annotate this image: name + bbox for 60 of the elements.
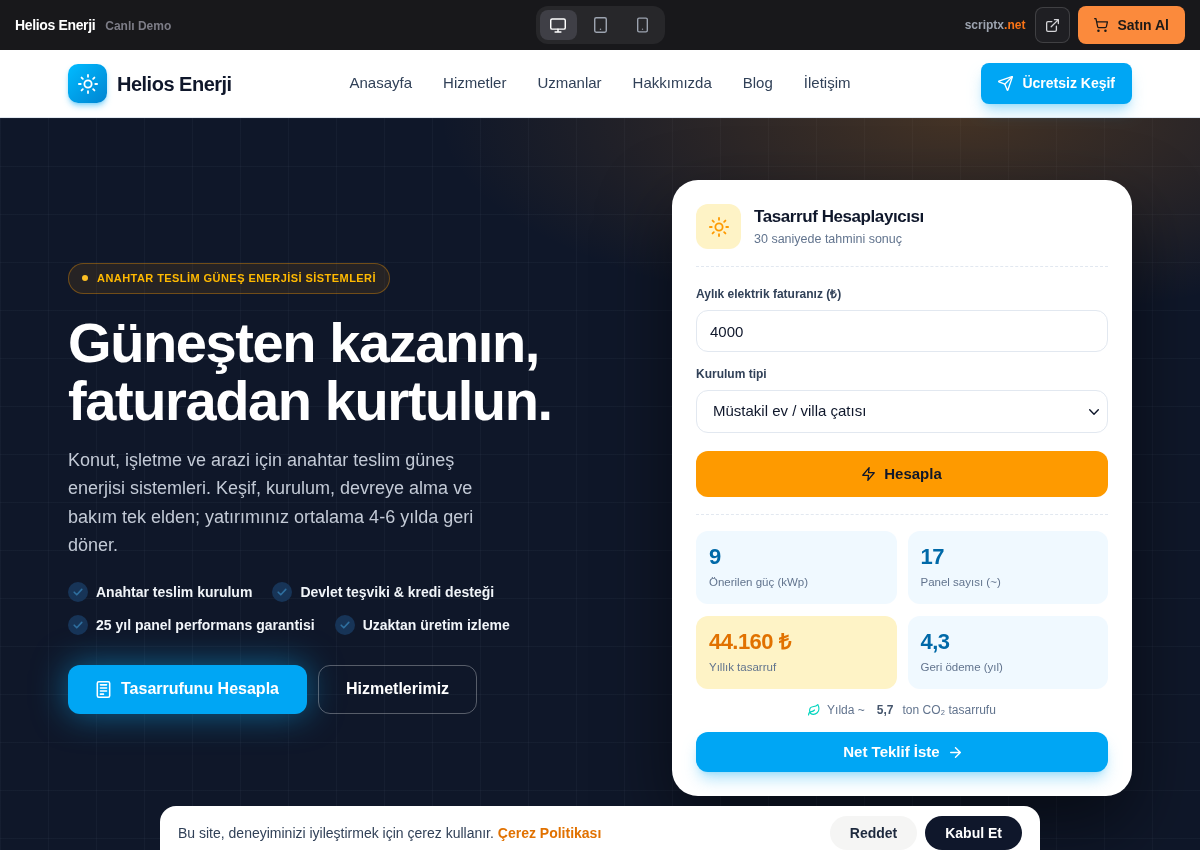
result-label: Önerilen güç (kWp)	[709, 575, 810, 590]
chevron-down-icon	[1089, 408, 1099, 415]
nav-link[interactable]: Hakkımızda	[632, 72, 712, 95]
co2-suffix-text: ton CO₂ tasarrufu	[902, 702, 996, 718]
dot-icon	[82, 275, 88, 281]
buy-button[interactable]: Satın Al	[1078, 6, 1185, 44]
result-value: 17	[920, 544, 945, 570]
accept-button[interactable]: Kabul Et	[925, 816, 1022, 850]
demo-brand-name: Helios Enerji	[15, 15, 96, 35]
calculator-subtitle: 30 saniyede tahmini sonuç	[754, 230, 903, 248]
document-icon	[96, 680, 111, 698]
nav-link[interactable]: İletişim	[803, 72, 851, 95]
feature-text: 25 yıl panel performans garantisi	[96, 615, 315, 635]
lightning-icon	[862, 467, 876, 481]
feature-text: Anahtar teslim kurulum	[96, 582, 253, 602]
check-icon	[272, 582, 293, 602]
badge-label: ANAHTAR TESLİM GÜNEŞ ENERJİSİ SİSTEMLERİ	[97, 270, 376, 286]
demo-label: Canlı Demo	[105, 17, 172, 35]
cart-icon	[1094, 18, 1109, 32]
co2-amount: 5,7	[876, 702, 894, 718]
external-link-button[interactable]	[1035, 7, 1071, 43]
nav-link[interactable]: Uzmanlar	[537, 72, 602, 95]
bill-input-field[interactable]: 4000	[696, 310, 1108, 352]
result-value: 9	[709, 544, 722, 570]
result-value: 44.160 ₺	[709, 629, 793, 655]
paper-plane-icon	[998, 76, 1014, 91]
monitor-icon	[550, 17, 566, 33]
check-icon	[68, 615, 88, 635]
field-label: Kurulum tipi	[696, 366, 768, 382]
site-link[interactable]: scriptx.net	[964, 16, 1026, 34]
device-toggle-button[interactable]	[539, 10, 577, 40]
co2-prefix-text: Yılda ~	[827, 702, 865, 718]
result-label: Panel sayısı (~)	[920, 575, 1002, 590]
feature-text: Devlet teşviki & kredi desteği	[300, 582, 495, 602]
external-link-icon	[1046, 18, 1060, 32]
services-button[interactable]: Hizmetlerimiz	[317, 664, 478, 714]
phone-icon	[636, 17, 648, 33]
check-icon	[334, 615, 355, 635]
arrow-right-icon	[949, 746, 961, 758]
result-value: 4,3	[920, 629, 951, 655]
hero-description: Konut, işletme ve arazi için anahtar teslim güneş enerjisi sistemleri. Keşif, kurulum, devreye alma ve bakım tek elden; yatırımınız ortalama 4-6 yılda geri döner.	[68, 448, 475, 557]
result-label: Geri ödeme (yıl)	[920, 660, 1004, 675]
installation-type-select[interactable]: Müstakil ev / villa çatısı	[696, 390, 1108, 433]
check-icon	[68, 582, 88, 602]
nav-link[interactable]: Anasayfa	[349, 72, 413, 95]
nav-link[interactable]: Hizmetler	[443, 72, 507, 95]
sun-icon	[696, 204, 741, 249]
calculate-button[interactable]: Hesapla	[696, 451, 1108, 497]
field-label: Aylık elektrik faturanız (₺)	[696, 286, 843, 302]
hero-heading: Güneşten kazanın, faturadan kurtulun.	[68, 313, 553, 430]
nav-link[interactable]: Blog	[742, 72, 773, 95]
cookie-message: Bu site, deneyiminizi iyileştirmek için çerez kullanır. Çerez Politikası	[178, 824, 602, 843]
tablet-icon	[593, 17, 607, 33]
sun-logo-icon	[68, 64, 107, 103]
brand-name: Helios Enerji	[117, 71, 232, 97]
calculator-title: Tasarruf Hesaplayıcısı	[754, 205, 924, 228]
leaf-icon	[808, 704, 821, 716]
feature-text: Uzaktan üretim izleme	[362, 615, 510, 635]
reject-button[interactable]: Reddet	[829, 816, 918, 850]
result-label: Yıllık tasarruf	[709, 660, 778, 675]
